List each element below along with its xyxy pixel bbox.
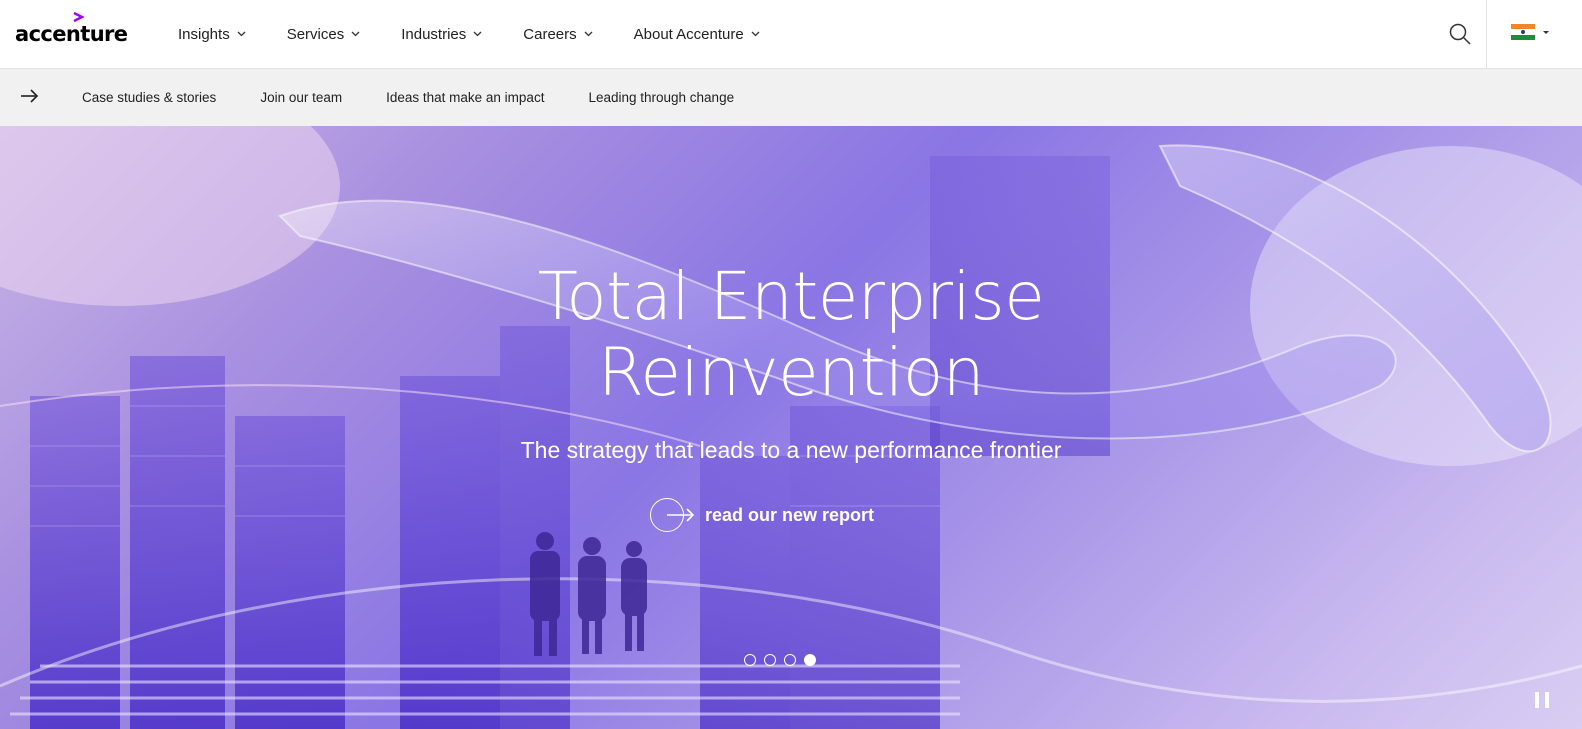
link-ideas-impact[interactable]: Ideas that make an impact <box>386 90 544 105</box>
chevron-down-icon <box>751 31 760 37</box>
hero-title-line1: Total Enterprise <box>537 258 1045 335</box>
nav-item-label: Insights <box>178 25 230 43</box>
accenture-logo[interactable]: accenture <box>15 12 128 46</box>
nav-item-industries[interactable]: Industries <box>401 26 482 43</box>
logo-text: accenture <box>15 22 128 46</box>
nav-item-label: About Accenture <box>633 25 744 43</box>
carousel-dot-2[interactable] <box>764 654 776 666</box>
india-flag-icon <box>1511 24 1535 40</box>
nav-item-services[interactable]: Services <box>287 26 361 43</box>
chevron-down-icon <box>351 31 360 37</box>
secondary-links: Case studies & stories Join our team Ide… <box>82 69 778 126</box>
header-divider <box>1486 0 1487 69</box>
hero-title-line2: Reinvention <box>597 334 985 411</box>
hero-background-image <box>0 126 1582 729</box>
hero-title: Total Enterprise Reinvention <box>0 259 1582 411</box>
nav-item-insights[interactable]: Insights <box>178 26 246 43</box>
nav-item-label: Industries <box>401 25 467 43</box>
search-icon[interactable] <box>1447 21 1473 47</box>
main-nav: Insights Services Industries Careers Abo… <box>178 0 801 68</box>
link-case-studies[interactable]: Case studies & stories <box>82 90 216 105</box>
caret-down-icon <box>1543 30 1549 34</box>
chevron-down-icon <box>473 31 482 37</box>
country-selector[interactable] <box>1511 24 1549 40</box>
carousel-dot-4[interactable] <box>804 654 816 666</box>
arrow-right-icon[interactable] <box>20 88 40 104</box>
top-navigation: accenture Insights Services Industries C… <box>0 0 1582 69</box>
carousel-dot-1[interactable] <box>744 654 756 666</box>
carousel-dots <box>744 654 824 666</box>
carousel-dot-3[interactable] <box>784 654 796 666</box>
hero-subtitle: The strategy that leads to a new perform… <box>520 437 1062 463</box>
arrow-circle-icon <box>650 498 695 532</box>
nav-item-label: Services <box>286 25 345 43</box>
nav-item-careers[interactable]: Careers <box>523 25 593 43</box>
chevron-down-icon <box>584 31 593 37</box>
nav-item-label: Careers <box>523 25 577 43</box>
secondary-nav: Case studies & stories Join our team Ide… <box>0 69 1582 126</box>
hero-banner: Total Enterprise Reinvention The strateg… <box>0 126 1582 729</box>
nav-item-about[interactable]: About Accenture <box>634 26 760 43</box>
read-report-button[interactable]: read our new report <box>650 498 874 532</box>
chevron-down-icon <box>237 31 246 37</box>
link-leading-change[interactable]: Leading through change <box>588 90 734 105</box>
link-join-team[interactable]: Join our team <box>260 90 342 105</box>
pause-icon[interactable] <box>1535 692 1549 708</box>
read-report-label: read our new report <box>705 504 875 525</box>
